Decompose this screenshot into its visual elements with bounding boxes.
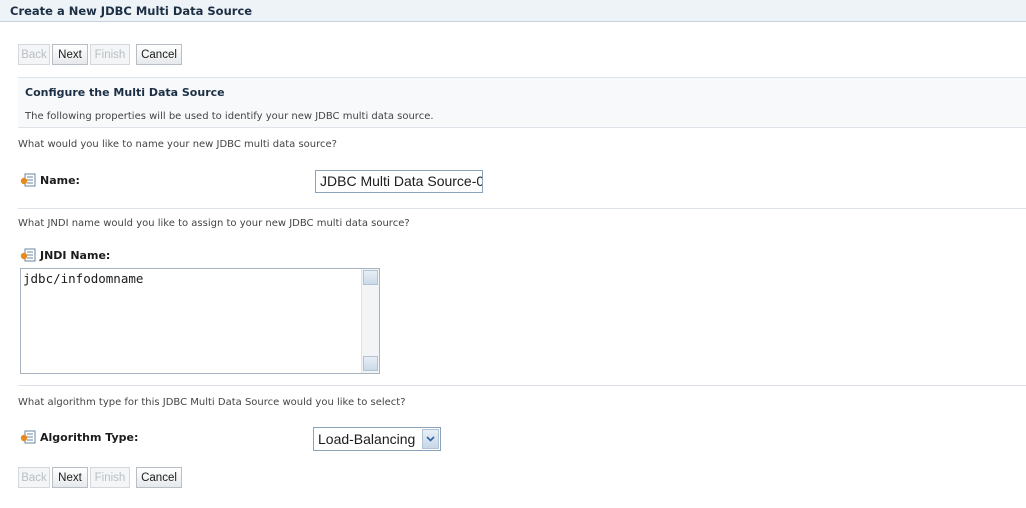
section-description: The following properties will be used to… [25,111,434,122]
field-help-icon [20,248,36,262]
title-bar: Create a New JDBC Multi Data Source [0,0,1026,22]
chevron-down-icon [426,436,435,442]
divider [18,127,1026,128]
name-question: What would you like to name your new JDB… [18,139,337,150]
divider [18,208,1026,209]
divider [18,385,1026,386]
field-help-icon [20,430,36,444]
algorithm-selected-value: Load-Balancing [318,431,416,447]
back-button[interactable]: Back [18,467,50,488]
jndi-textarea[interactable]: jdbc/infodomname [20,268,380,374]
section-heading: Configure the Multi Data Source [25,86,225,99]
cancel-button[interactable]: Cancel [136,44,182,65]
top-button-bar: Back Next Finish Cancel [18,44,184,68]
back-button[interactable]: Back [18,44,50,65]
finish-button[interactable]: Finish [90,44,130,65]
algorithm-question: What algorithm type for this JDBC Multi … [18,397,406,408]
chevron-down-icon[interactable] [422,429,439,449]
finish-button[interactable]: Finish [90,467,130,488]
name-label-text: Name: [40,173,80,187]
jndi-scrollbar[interactable] [361,269,379,373]
algorithm-label: Algorithm Type: [20,430,138,444]
jndi-question: What JNDI name would you like to assign … [18,218,410,229]
jndi-value: jdbc/infodomname [23,271,144,286]
bottom-button-bar: Back Next Finish Cancel [18,467,184,491]
jndi-label-text: JNDI Name: [40,248,111,262]
field-help-icon [20,173,36,187]
next-button[interactable]: Next [52,44,88,65]
name-input[interactable]: JDBC Multi Data Source-0 [315,170,483,193]
divider [18,77,1026,78]
page-title: Create a New JDBC Multi Data Source [10,4,253,18]
next-button[interactable]: Next [52,467,88,488]
jndi-label: JNDI Name: [20,248,110,262]
scroll-down-button[interactable] [363,356,378,371]
scroll-up-button[interactable] [363,270,378,285]
name-label: Name: [20,173,80,187]
algorithm-select[interactable]: Load-Balancing [313,427,441,451]
cancel-button[interactable]: Cancel [136,467,182,488]
algorithm-label-text: Algorithm Type: [40,430,139,444]
